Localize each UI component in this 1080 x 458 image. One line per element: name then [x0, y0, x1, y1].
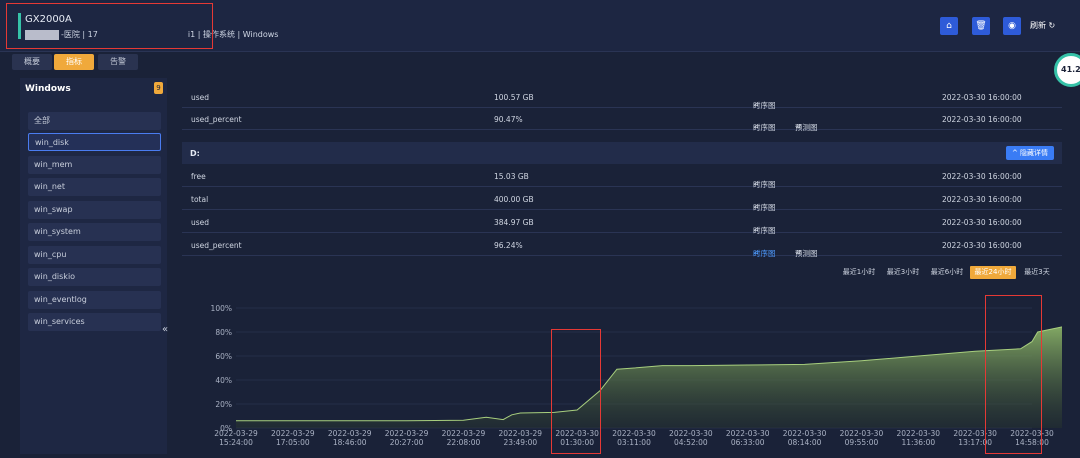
- sidebar-title: Windows: [25, 84, 71, 94]
- sidebar-item-win-diskio[interactable]: win_diskio: [28, 268, 161, 286]
- x-tick-label: 15:24:00: [219, 438, 253, 447]
- table-row: used_percent 90.47% ⊿ 时序图 ⊿ 预测图 2022-03-…: [182, 108, 1062, 132]
- metric-time: 2022-03-30 16:00:00: [942, 115, 1022, 124]
- x-tick-label: 2022-03-29: [328, 429, 372, 438]
- highlight-box-spike-1: [551, 329, 601, 454]
- table-row: used 100.57 GB ⊿ 时序图 2022-03-30 16:00:00: [182, 86, 1062, 110]
- settings-icon[interactable]: ◉: [1003, 17, 1021, 35]
- refresh-icon: ↻: [1048, 21, 1056, 30]
- refresh-button[interactable]: 刷新 ↻: [1030, 17, 1060, 35]
- y-tick-label: 20%: [215, 400, 232, 409]
- section-title: D:: [190, 149, 200, 158]
- tab-summary[interactable]: 概要: [12, 54, 52, 70]
- sidebar-item-win-system[interactable]: win_system: [28, 223, 161, 241]
- x-tick-label: 2022-03-30: [783, 429, 827, 438]
- table-row: total 400.00 GB ⊿ 时序图 2022-03-30 16:00:0…: [182, 188, 1062, 212]
- tab-metrics[interactable]: 指标: [54, 54, 94, 70]
- sidebar-item-win-cpu[interactable]: win_cpu: [28, 246, 161, 264]
- range-24h[interactable]: 最近24小时: [970, 266, 1016, 279]
- sidebar-badge: 9: [154, 82, 163, 94]
- metric-time: 2022-03-30 16:00:00: [942, 241, 1022, 250]
- metric-name: used: [191, 93, 210, 102]
- x-tick-label: 20:27:00: [390, 438, 424, 447]
- x-tick-label: 2022-03-29: [385, 429, 429, 438]
- x-tick-label: 2022-03-30: [840, 429, 884, 438]
- x-tick-label: 2022-03-30: [896, 429, 940, 438]
- x-tick-label: 2022-03-30: [726, 429, 770, 438]
- collapse-sidebar-icon[interactable]: «: [162, 324, 168, 335]
- metric-value: 90.47%: [494, 115, 523, 124]
- range-3h[interactable]: 最近3小时: [884, 266, 922, 279]
- x-tick-label: 2022-03-29: [442, 429, 486, 438]
- metric-time: 2022-03-30 16:00:00: [942, 172, 1022, 181]
- x-tick-label: 04:52:00: [674, 438, 708, 447]
- x-tick-label: 18:46:00: [333, 438, 367, 447]
- x-tick-label: 2022-03-29: [498, 429, 542, 438]
- x-tick-label: 17:05:00: [276, 438, 310, 447]
- table-row: used_percent 96.24% ⊿ 时序图 ⊿ 预测图 2022-03-…: [182, 234, 1062, 258]
- x-tick-label: 08:14:00: [788, 438, 822, 447]
- range-3d[interactable]: 最近3天: [1020, 266, 1054, 279]
- metric-time: 2022-03-30 16:00:00: [942, 93, 1022, 102]
- x-tick-label: 06:33:00: [731, 438, 765, 447]
- series-area: [236, 326, 1062, 428]
- hide-details-button[interactable]: ^ 隐藏详情: [1006, 146, 1054, 160]
- refresh-label: 刷新: [1030, 21, 1046, 30]
- sidebar-item-all[interactable]: 全部: [28, 112, 161, 130]
- sidebar: Windows 9 全部 win_disk win_mem win_net wi…: [20, 78, 167, 454]
- x-tick-label: 03:11:00: [617, 438, 651, 447]
- y-tick-label: 40%: [215, 376, 232, 385]
- sidebar-item-win-eventlog[interactable]: win_eventlog: [28, 291, 161, 309]
- y-tick-label: 100%: [211, 304, 232, 313]
- metric-time: 2022-03-30 16:00:00: [942, 218, 1022, 227]
- metric-name: used_percent: [191, 115, 242, 124]
- tab-alerts[interactable]: 告警: [98, 54, 138, 70]
- range-6h[interactable]: 最近6小时: [928, 266, 966, 279]
- x-tick-label: 09:55:00: [845, 438, 879, 447]
- sidebar-item-win-disk[interactable]: win_disk: [28, 133, 161, 151]
- home-icon[interactable]: ⌂: [940, 17, 958, 35]
- y-tick-label: 60%: [215, 352, 232, 361]
- metric-time: 2022-03-30 16:00:00: [942, 195, 1022, 204]
- trash-icon[interactable]: 🗑: [972, 17, 990, 35]
- table-row: free 15.03 GB ⊿ 时序图 2022-03-30 16:00:00: [182, 165, 1062, 189]
- metric-name: free: [191, 172, 206, 181]
- x-tick-label: 2022-03-29: [271, 429, 315, 438]
- metric-value: 15.03 GB: [494, 172, 529, 181]
- metric-value: 384.97 GB: [494, 218, 534, 227]
- sidebar-item-win-net[interactable]: win_net: [28, 178, 161, 196]
- x-tick-label: 22:08:00: [447, 438, 481, 447]
- metrics-table: used 100.57 GB ⊿ 时序图 2022-03-30 16:00:00…: [182, 82, 1062, 258]
- highlight-box-header: [6, 3, 213, 49]
- x-tick-label: 2022-03-30: [669, 429, 713, 438]
- metric-value: 400.00 GB: [494, 195, 534, 204]
- disk-usage-chart: 100%80%60%40%20%0% 2022-03-2915:24:00202…: [211, 304, 1062, 447]
- range-1h[interactable]: 最近1小时: [840, 266, 878, 279]
- section-header-d: D: ^ 隐藏详情: [182, 142, 1062, 164]
- table-row: used 384.97 GB ⊿ 时序图 2022-03-30 16:00:00: [182, 211, 1062, 235]
- sidebar-item-win-swap[interactable]: win_swap: [28, 201, 161, 219]
- highlight-box-spike-2: [985, 295, 1042, 454]
- x-tick-label: 11:36:00: [901, 438, 935, 447]
- metric-value: 96.24%: [494, 241, 523, 250]
- sidebar-item-win-mem[interactable]: win_mem: [28, 156, 161, 174]
- metric-name: total: [191, 195, 209, 204]
- x-tick-label: 2022-03-29: [214, 429, 258, 438]
- sidebar-item-win-services[interactable]: win_services: [28, 313, 161, 331]
- metric-name: used: [191, 218, 210, 227]
- x-tick-label: 23:49:00: [503, 438, 537, 447]
- x-tick-label: 2022-03-30: [612, 429, 656, 438]
- metric-value: 100.57 GB: [494, 93, 534, 102]
- metric-name: used_percent: [191, 241, 242, 250]
- y-tick-label: 80%: [215, 328, 232, 337]
